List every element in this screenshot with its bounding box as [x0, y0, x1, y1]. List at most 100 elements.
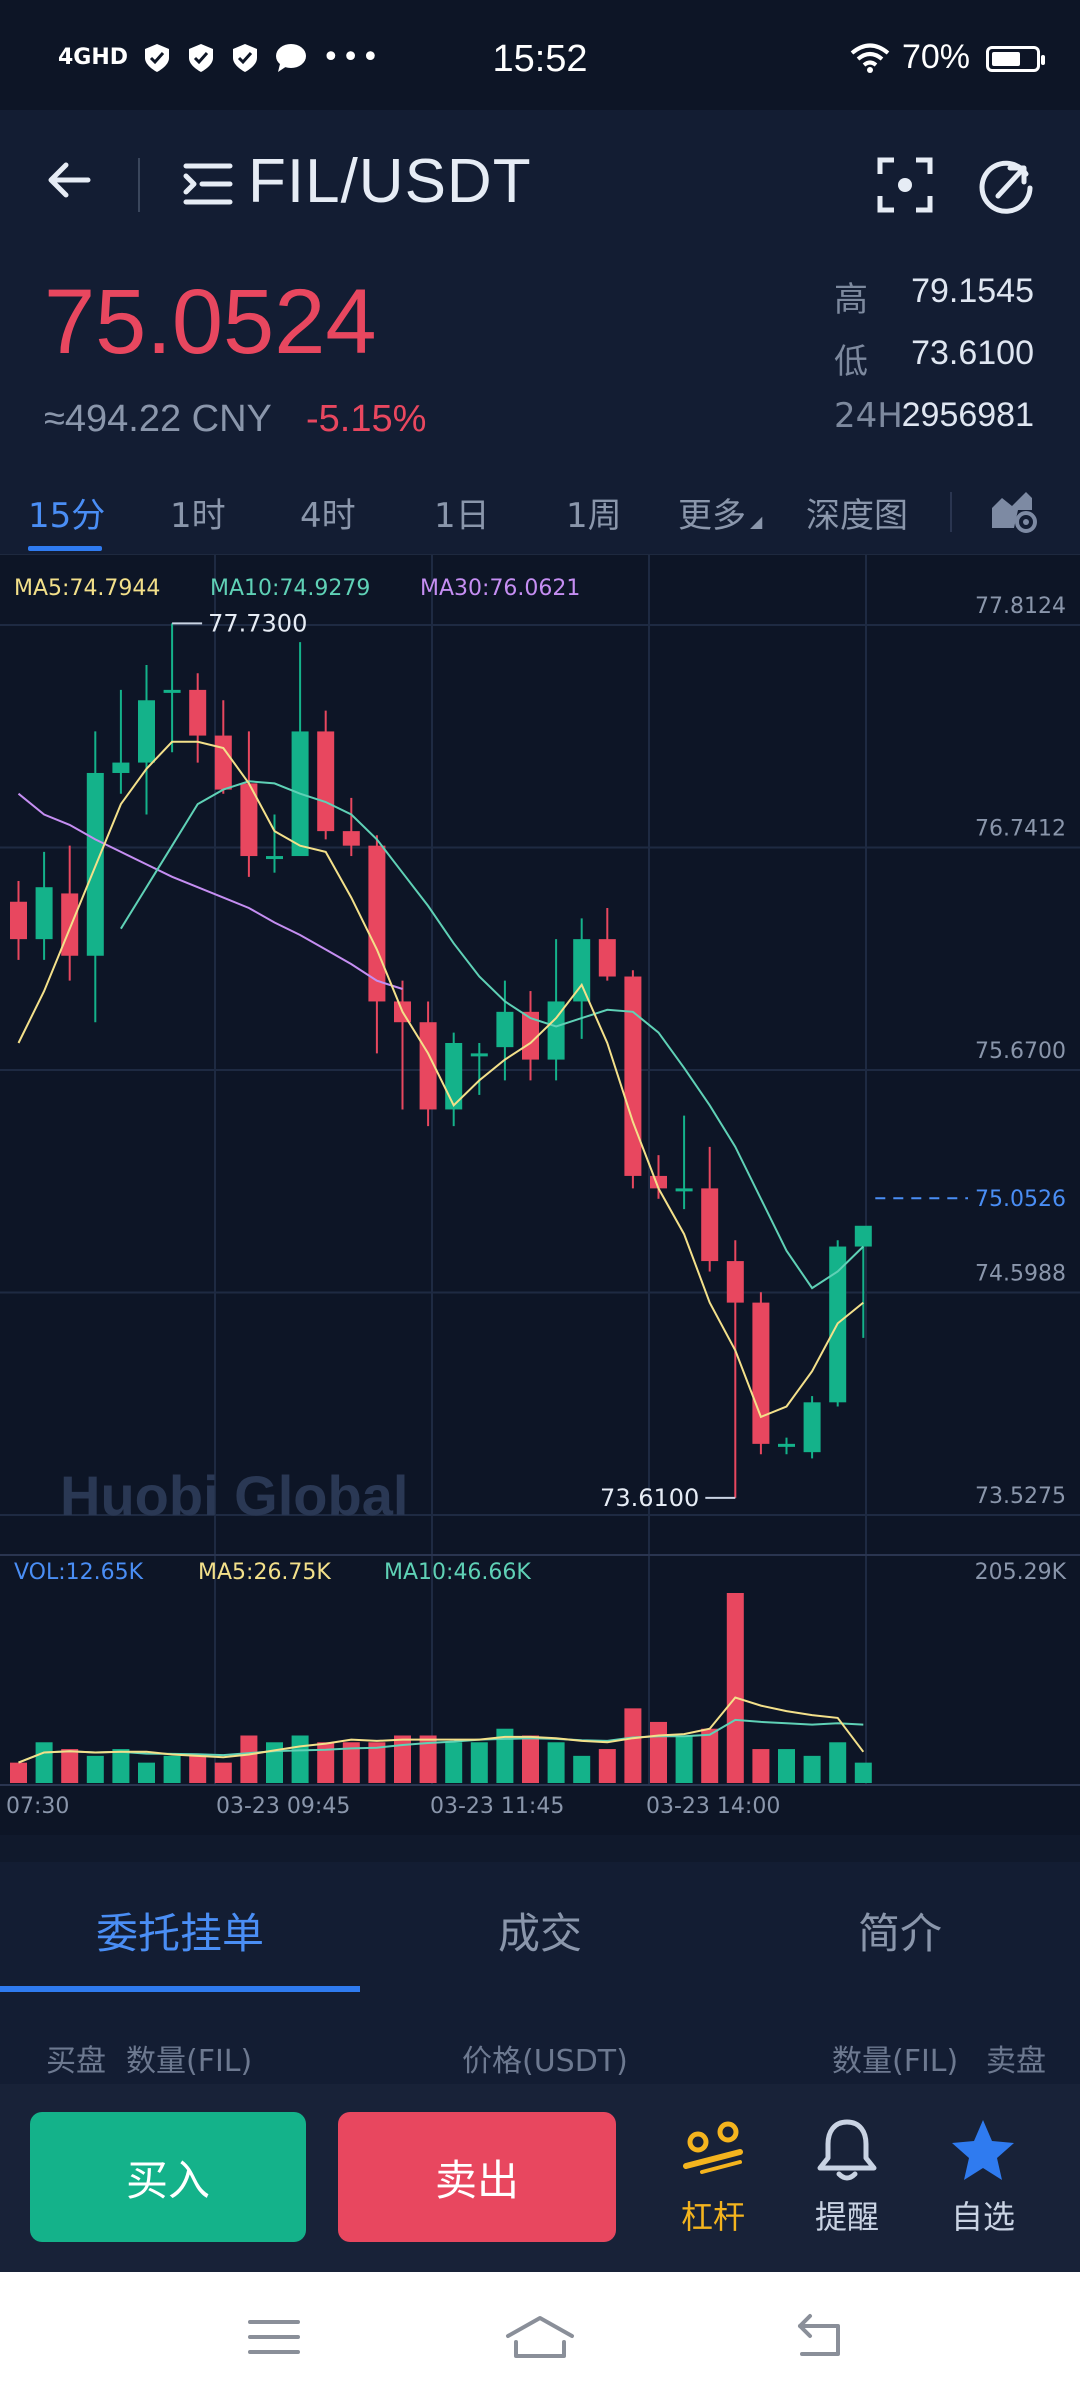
detail-tabs: 委托挂单 成交 简介: [0, 1862, 1080, 1994]
last-price: 75.0524: [44, 271, 377, 373]
chart-settings-icon[interactable]: [988, 484, 1040, 536]
vol-ma5-indicator: MA5:26.75K: [198, 1560, 331, 1585]
volume-value: 2956981: [901, 396, 1034, 434]
pair-list-icon[interactable]: [182, 160, 234, 208]
system-nav-bar: [0, 2272, 1080, 2400]
volume-bar: [214, 1762, 232, 1783]
ma10-indicator: MA10:74.9279: [210, 576, 370, 601]
return-icon[interactable]: [792, 2312, 852, 2362]
kline-svg[interactable]: 77.8124 76.7412 75.6700 74.5988 73.5275 Huob…: [0, 555, 1080, 1835]
alert-label: 提醒: [814, 2198, 879, 2236]
candle-body: [112, 762, 130, 773]
bids-header: 买盘: [46, 2044, 106, 2079]
tabs-divider: [950, 492, 952, 532]
candle-body: [726, 1261, 744, 1303]
sell-button[interactable]: 卖出: [338, 2112, 616, 2242]
header-divider: [138, 158, 140, 212]
current-price-label: 75.0526: [975, 1187, 1066, 1212]
y-tick-label: 73.5275: [975, 1484, 1066, 1509]
volume-bar: [163, 1755, 181, 1783]
candle-body: [266, 856, 283, 860]
candle-body: [35, 887, 53, 940]
y-tick-label: 74.5988: [975, 1261, 1066, 1286]
alert-button[interactable]: 提醒: [792, 2116, 902, 2238]
candle-body: [752, 1302, 770, 1444]
volume-bar: [189, 1755, 207, 1783]
tab-1d[interactable]: 1日: [434, 488, 490, 537]
tab-trades[interactable]: 成交: [498, 1900, 582, 1961]
candle-body: [803, 1402, 821, 1453]
min-price-label: 73.6100: [600, 1484, 699, 1512]
volume-bar: [86, 1755, 104, 1783]
candle-body: [701, 1188, 719, 1262]
volume-bar: [61, 1749, 79, 1783]
detail-tab-underline: [0, 1986, 360, 1992]
volume-bar: [598, 1749, 616, 1783]
back-arrow-icon[interactable]: [40, 150, 100, 210]
tab-4h[interactable]: 4时: [300, 488, 356, 537]
home-icon[interactable]: [504, 2312, 576, 2362]
volume-bar: [291, 1735, 309, 1783]
low-label: 低: [834, 342, 868, 382]
caret-down-icon: ◢: [750, 512, 763, 531]
volume-bar: [650, 1721, 667, 1783]
tab-15m[interactable]: 15分: [28, 488, 105, 537]
max-price-label: 77.7300: [208, 609, 307, 637]
tab-more-label: 更多: [678, 496, 746, 536]
x-tick-label: 03-23 14:00: [646, 1794, 780, 1819]
candle-body: [10, 901, 27, 940]
orderbook-header: 买盘 数量(FIL) 价格(USDT) 数量(FIL) 卖盘: [0, 1994, 1080, 2084]
price-change: -5.15%: [306, 398, 427, 440]
wifi-icon: [850, 43, 890, 73]
volume-bar: [829, 1742, 847, 1783]
leverage-icon: [683, 2121, 743, 2174]
volume-bar: [573, 1755, 591, 1783]
favorite-label: 自选: [950, 2198, 1015, 2236]
candle-body: [61, 893, 79, 956]
vol-ma10-indicator: MA10:46.66K: [384, 1560, 531, 1585]
volume-bar: [240, 1735, 258, 1783]
candle-body: [470, 1053, 488, 1057]
status-icons-right: 70%: [850, 38, 970, 77]
volume-bar: [778, 1749, 795, 1783]
candle-body: [598, 939, 616, 977]
ma5-indicator: MA5:74.7944: [14, 576, 160, 601]
volume-bar: [470, 1742, 488, 1783]
tab-depth[interactable]: 深度图: [806, 488, 908, 537]
volume-bar: [394, 1735, 411, 1783]
pair-title[interactable]: FIL/USDT: [248, 146, 532, 217]
trade-action-bar: 买入 卖出 杠杆 提醒 自选: [0, 2084, 1080, 2272]
candle-body: [624, 976, 642, 1176]
tab-1w[interactable]: 1周: [566, 488, 622, 537]
candle-body: [214, 735, 232, 790]
leverage-label: 杠杆: [680, 2198, 745, 2236]
x-tick-label: 03-23 09:45: [216, 1794, 350, 1819]
candle-body: [189, 689, 207, 736]
watermark: Huobi Global: [60, 1464, 408, 1527]
bid-qty-header: 数量(FIL): [126, 2044, 253, 2079]
candle-body: [854, 1225, 872, 1247]
ma10-line: [120, 780, 864, 1290]
volume-bar: [522, 1735, 539, 1783]
ma5-line: [17, 740, 864, 1419]
price-header: 价格(USDT): [462, 2044, 628, 2079]
kline-chart[interactable]: 77.8124 76.7412 75.6700 74.5988 73.5275 Huob…: [0, 555, 1080, 1835]
tab-order-book[interactable]: 委托挂单: [96, 1900, 264, 1961]
menu-icon[interactable]: [244, 2312, 304, 2362]
battery-percent: 70%: [901, 38, 970, 76]
favorite-button[interactable]: 自选: [928, 2116, 1038, 2238]
volume-bar: [112, 1749, 130, 1783]
volume-bar: [317, 1742, 335, 1783]
y-tick-label: 77.8124: [975, 594, 1066, 619]
share-icon[interactable]: [978, 154, 1040, 216]
buy-button[interactable]: 买入: [30, 2112, 306, 2242]
candle-body: [317, 731, 335, 832]
volume-bar: [701, 1728, 719, 1783]
tab-intro[interactable]: 简介: [858, 1900, 942, 1961]
volume-bar: [10, 1762, 27, 1783]
tab-more[interactable]: 更多 ◢: [678, 488, 762, 537]
scan-icon[interactable]: [876, 156, 934, 214]
y-tick-label: 76.7412: [975, 816, 1066, 841]
tab-1h[interactable]: 1时: [170, 488, 226, 537]
leverage-button[interactable]: 杠杆: [658, 2116, 768, 2238]
